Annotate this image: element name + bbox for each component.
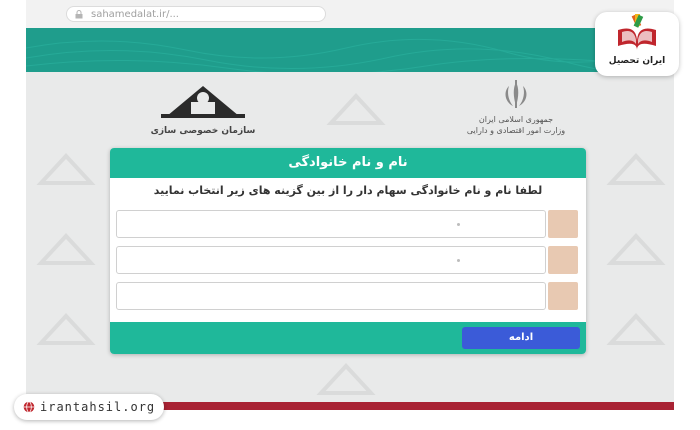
brand-logo-badge: ایران تحصیل: [595, 12, 679, 76]
option-radio-button[interactable]: [548, 282, 578, 310]
government-name: جمهوری اسلامی ایران: [478, 115, 554, 124]
name-option-3[interactable]: [116, 282, 578, 310]
brand-name: ایران تحصیل: [608, 56, 666, 66]
option-placeholder-dot: [457, 259, 460, 262]
option-radio-button[interactable]: [548, 210, 578, 238]
privatization-logo-icon: [161, 86, 245, 118]
watermark-icon: [606, 233, 666, 265]
address-bar-url: sahamedalat.ir/...: [91, 9, 179, 20]
page-background: سازمان خصوصی سازی جمهوری اسلامی ایران وز…: [26, 28, 674, 410]
watermark-icon: [606, 153, 666, 185]
globe-icon: [23, 401, 35, 413]
name-option-field[interactable]: [116, 282, 546, 310]
option-placeholder-dot: [457, 223, 460, 226]
watermark-icon: [36, 153, 96, 185]
lock-icon: [75, 10, 83, 19]
header-pattern: [26, 38, 674, 72]
website-badge[interactable]: irantahsil.org: [14, 394, 164, 420]
book-logo-icon: [618, 14, 656, 50]
name-option-field[interactable]: [116, 210, 546, 238]
watermark-icon: [316, 363, 376, 395]
option-radio-button[interactable]: [548, 246, 578, 274]
ministry-name: وزارت امور اقتصادی و دارایی: [466, 126, 566, 135]
address-bar[interactable]: sahamedalat.ir/...: [66, 6, 326, 22]
header-band: [26, 28, 674, 72]
watermark-icon: [606, 313, 666, 345]
dialog-instruction: لطفا نام و نام خانوادگی سهام دار را از ب…: [153, 184, 543, 197]
dialog-footer: ادامه: [110, 322, 586, 354]
browser-toolbar: sahamedalat.ir/...: [26, 0, 674, 29]
name-option-2[interactable]: [116, 246, 578, 274]
website-url: irantahsil.org: [40, 400, 156, 414]
emblem-icon: [505, 80, 527, 108]
watermark-icon: [36, 233, 96, 265]
name-selection-dialog: نام و نام خانوادگی لطفا نام و نام خانواد…: [110, 148, 586, 354]
watermark-icon: [36, 313, 96, 345]
name-option-field[interactable]: [116, 246, 546, 274]
privatization-org-name: سازمان خصوصی سازی: [150, 126, 256, 136]
watermark-icon: [326, 93, 386, 125]
dialog-title: نام و نام خانوادگی: [110, 148, 586, 178]
continue-button[interactable]: ادامه: [462, 327, 580, 349]
name-option-1[interactable]: [116, 210, 578, 238]
